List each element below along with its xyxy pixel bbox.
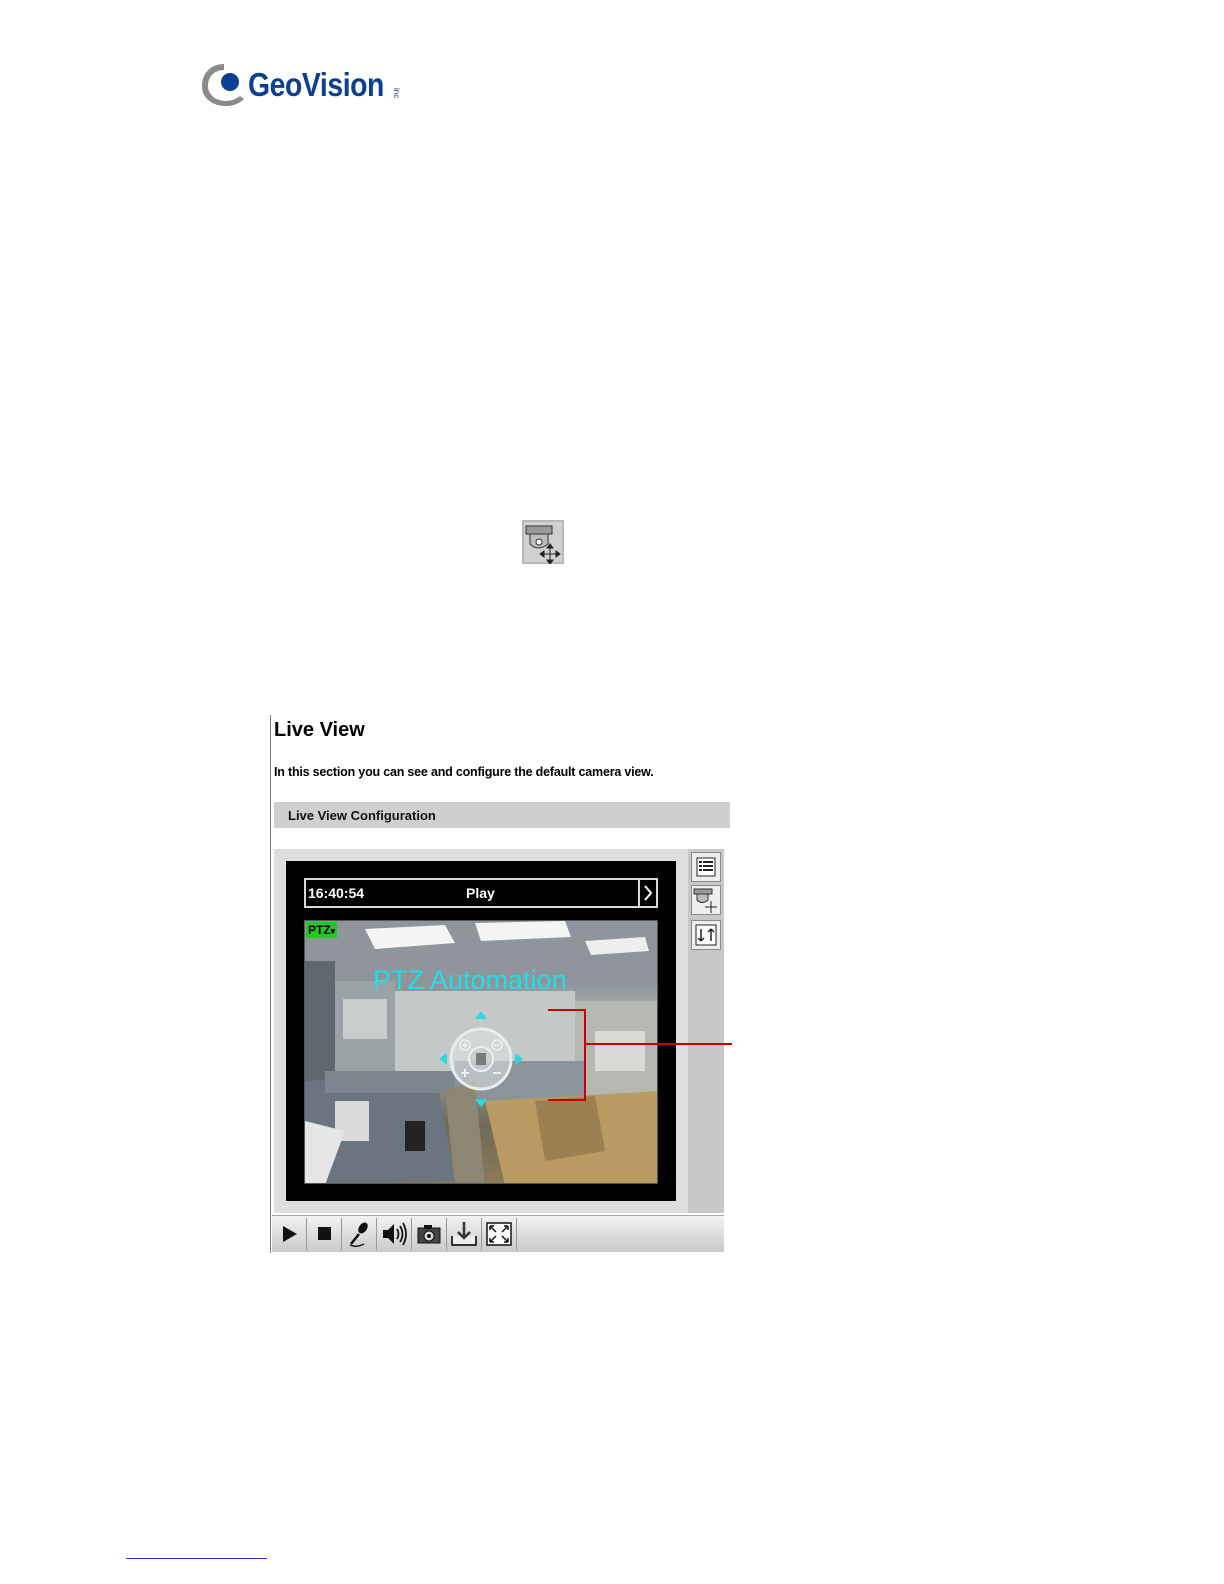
play-status: Play — [466, 885, 495, 901]
section-description: In this section you can see and configur… — [274, 765, 654, 779]
callout-bracket — [548, 1009, 586, 1101]
download-icon — [451, 1222, 477, 1246]
geovision-logo: GeoVision — [200, 60, 406, 110]
live-view-panel: Live View In this section you can see an… — [270, 715, 730, 1255]
section-header-label: Live View Configuration — [288, 808, 436, 823]
speaker-button[interactable] — [377, 1218, 412, 1250]
speaker-icon — [383, 1222, 407, 1246]
playback-toolbar — [272, 1215, 724, 1252]
page-title: Live View — [274, 719, 365, 741]
fullscreen-icon — [486, 1222, 512, 1246]
callout-line — [586, 1043, 732, 1045]
stop-button[interactable] — [307, 1218, 342, 1250]
ptz-dropdown[interactable]: PTZ▾ — [306, 922, 338, 938]
ptz-joystick[interactable] — [431, 1009, 531, 1109]
snapshot-button[interactable] — [412, 1218, 447, 1250]
settings-list-icon — [696, 857, 716, 877]
ptz-control-icon — [693, 888, 717, 913]
geovision-swoosh-icon — [202, 64, 244, 106]
io-control-icon — [695, 924, 717, 946]
play-icon — [283, 1226, 297, 1242]
status-bar: 16:40:54 Play — [304, 878, 658, 908]
pan-down-icon — [475, 1099, 487, 1107]
chevron-down-icon: ▾ — [330, 926, 336, 936]
brand-suffix: inc — [392, 88, 401, 99]
ptz-control-icon — [522, 520, 564, 564]
ptz-tag-label: PTZ — [308, 923, 331, 937]
pan-up-icon — [475, 1011, 487, 1019]
footer-rule — [126, 1558, 267, 1559]
fullscreen-button[interactable] — [482, 1218, 517, 1250]
panel-divider — [270, 715, 271, 1253]
brand-name: GeoVision — [248, 66, 384, 103]
live-video[interactable]: PTZ▾ PTZ Automation — [304, 920, 658, 1184]
microphone-button[interactable] — [342, 1218, 377, 1250]
pan-left-icon — [439, 1053, 447, 1065]
pan-right-icon — [515, 1053, 523, 1065]
expand-button[interactable] — [638, 880, 656, 906]
timestamp: 16:40:54 — [308, 885, 365, 901]
settings-list-button[interactable] — [691, 852, 721, 882]
ptz-control-button[interactable] — [691, 885, 721, 915]
chevron-right-icon — [644, 885, 653, 901]
side-toolbar — [688, 849, 724, 1213]
stop-icon — [318, 1227, 331, 1240]
ptz-automation-label: PTZ Automation — [373, 965, 567, 995]
download-button[interactable] — [447, 1218, 482, 1250]
play-button[interactable] — [272, 1218, 307, 1250]
microphone-icon — [349, 1222, 368, 1248]
section-header: Live View Configuration — [274, 802, 730, 828]
snapshot-icon — [417, 1225, 441, 1244]
io-control-button[interactable] — [691, 920, 721, 950]
